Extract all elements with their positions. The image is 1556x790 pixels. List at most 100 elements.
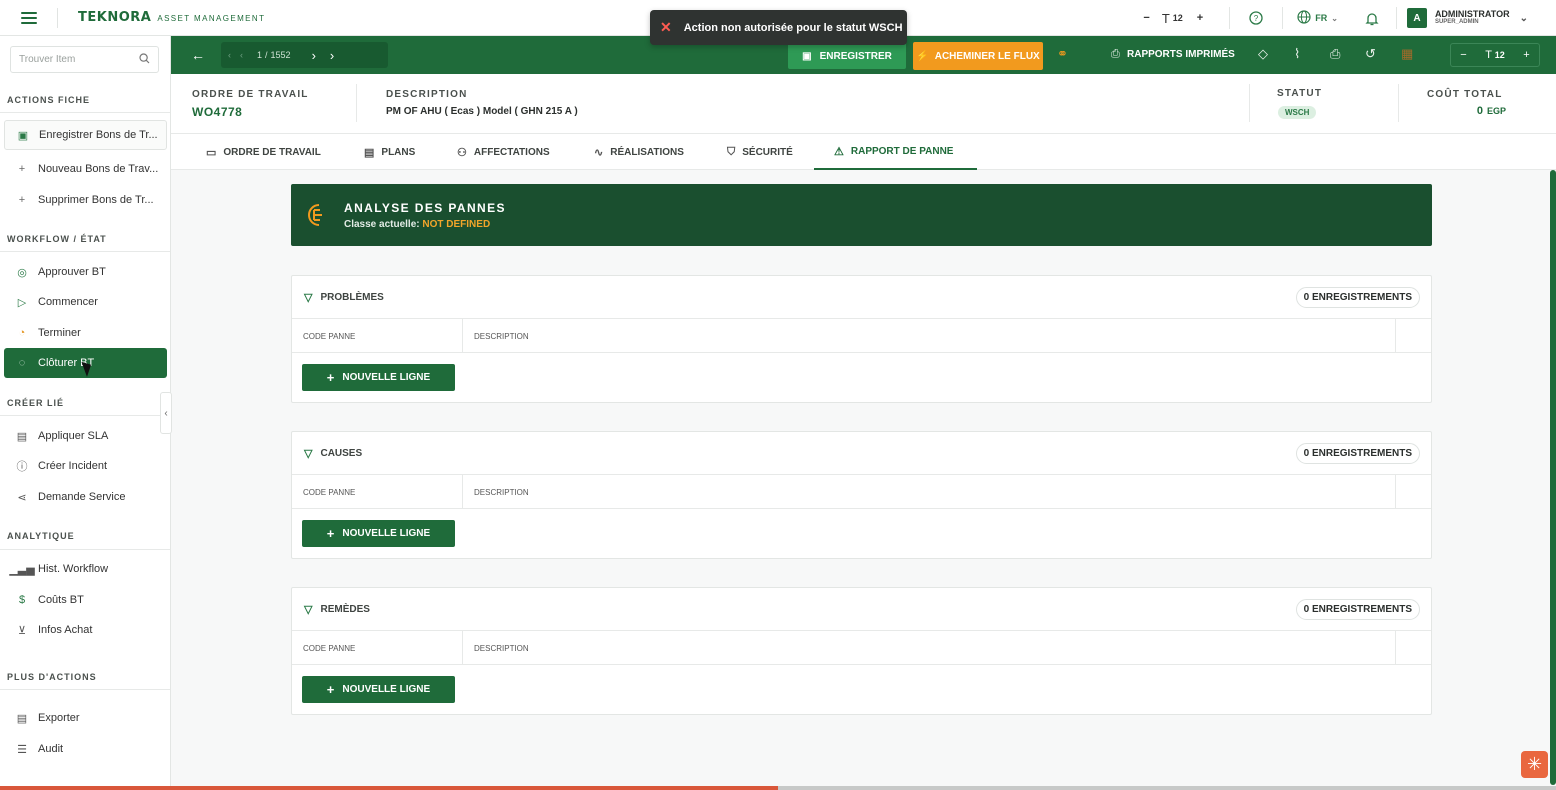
paperclip-icon[interactable]: ⌇ xyxy=(1294,46,1300,62)
sidebar-item-label: Demande Service xyxy=(38,491,126,503)
save-button[interactable]: ▣ ENREGISTRER xyxy=(788,43,906,69)
plus-icon: + xyxy=(18,194,26,206)
panel-title: ▽ PROBLÈMES xyxy=(304,291,384,304)
help-icon[interactable]: ? xyxy=(1244,6,1268,30)
failure-analysis-banner: ANALYSE DES PANNES Classe actuelle: NOT … xyxy=(291,184,1432,246)
brand-subtitle: ASSET MANAGEMENT xyxy=(157,14,266,23)
sidebar-item-label: Approuver BT xyxy=(38,266,106,278)
plus-icon: + xyxy=(18,163,26,175)
sidebar-collapse-button[interactable]: ‹ xyxy=(160,392,172,434)
print-icon[interactable]: ⎙ xyxy=(1330,46,1340,62)
font-decrease-button[interactable]: − xyxy=(1460,49,1466,61)
record-count-badge: 0 ENREGISTREMENTS xyxy=(1295,287,1420,308)
workflow-icon[interactable]: ⚭ xyxy=(1057,46,1068,62)
sidebar-item-approve[interactable]: ◎ Approuver BT xyxy=(4,257,167,287)
font-size-control: − T 12 + xyxy=(1450,43,1540,67)
plus-icon: + xyxy=(326,526,335,541)
section-title-analytics: ANALYTIQUE xyxy=(7,531,75,541)
menu-icon[interactable] xyxy=(21,11,37,24)
sidebar-item-label: Exporter xyxy=(38,712,80,724)
pager-total: 1552 xyxy=(270,50,291,60)
panel-title-text: PROBLÈMES xyxy=(320,292,384,303)
sidebar-item-purchase-info[interactable]: ⊻ Infos Achat xyxy=(4,615,167,645)
tag-icon[interactable]: ◇ xyxy=(1258,46,1268,62)
sidebar-item-label: Commencer xyxy=(38,296,98,308)
panel-title: ▽ CAUSES xyxy=(304,447,362,460)
divider xyxy=(1229,7,1231,29)
sidebar-item-delete-wo[interactable]: + Supprimer Bons de Tr... xyxy=(4,185,167,215)
add-line-button[interactable]: + NOUVELLE LIGNE xyxy=(302,520,455,547)
divider xyxy=(0,549,170,550)
last-page-icon[interactable]: › xyxy=(330,48,334,63)
save-button-label: ENREGISTRER xyxy=(819,50,892,62)
language-selector[interactable]: FR ⌄ xyxy=(1297,9,1338,27)
problems-panel: ▽ PROBLÈMES 0 ENREGISTREMENTS CODE PANNE … xyxy=(291,275,1432,403)
bell-icon[interactable] xyxy=(1360,6,1384,30)
search-input[interactable]: Trouver Item xyxy=(10,46,159,73)
tab-failure-report[interactable]: ⚠ RAPPORT DE PANNE xyxy=(814,134,977,170)
sidebar-item-apply-sla[interactable]: ▤ Appliquer SLA xyxy=(4,421,167,451)
svg-text:?: ? xyxy=(1254,14,1259,23)
font-size-display: T 12 xyxy=(1485,49,1505,61)
analysis-title: ANALYSE DES PANNES xyxy=(344,201,506,215)
add-line-label: NOUVELLE LIGNE xyxy=(342,684,431,695)
analysis-class: Classe actuelle: NOT DEFINED xyxy=(344,219,490,230)
sidebar-item-start[interactable]: ▷ Commencer xyxy=(4,287,167,317)
font-increase-button[interactable]: + xyxy=(1523,49,1529,61)
chevron-left-icon: ‹ xyxy=(164,407,168,419)
prev-page-icon[interactable]: ‹ xyxy=(240,50,243,60)
lock-icon: ◌ xyxy=(18,357,26,369)
tab-completions[interactable]: ∿ RÉALISATIONS xyxy=(594,134,684,170)
description-value: PM OF AHU ( Ecas ) Model ( GHN 215 A ) xyxy=(386,106,578,117)
font-decrease-button[interactable]: − xyxy=(1143,12,1149,24)
add-line-button[interactable]: + NOUVELLE LIGNE xyxy=(302,676,455,703)
user-menu[interactable]: A ADMINISTRATOR SUPER_ADMIN ⌄ xyxy=(1406,8,1528,28)
user-role: SUPER_ADMIN xyxy=(1434,19,1479,25)
record-count-badge: 0 ENREGISTREMENTS xyxy=(1295,443,1420,464)
next-page-icon[interactable]: › xyxy=(312,48,316,63)
sidebar-item-finish[interactable]: ◔ Terminer xyxy=(4,318,167,348)
table-header: CODE PANNE DESCRIPTION xyxy=(292,631,1431,665)
table-header: CODE PANNE DESCRIPTION xyxy=(292,319,1431,353)
column-code: CODE PANNE xyxy=(303,643,356,653)
filter-icon: ▽ xyxy=(304,604,313,616)
divider xyxy=(1395,631,1396,665)
assistant-icon[interactable]: ✳ xyxy=(1521,751,1548,778)
tab-assignments[interactable]: ⚇ AFFECTATIONS xyxy=(457,134,550,170)
sidebar-item-wo-costs[interactable]: $ Coûts BT xyxy=(4,585,167,615)
cart-icon: ⊻ xyxy=(17,624,27,637)
sidebar-item-audit[interactable]: ☰ Audit xyxy=(4,734,167,764)
play-icon: ▷ xyxy=(17,296,27,309)
globe-icon xyxy=(1297,9,1311,27)
alert-circle-icon: ⓘ xyxy=(16,461,28,473)
sidebar-item-label: Créer Incident xyxy=(38,460,108,472)
add-line-button[interactable]: + NOUVELLE LIGNE xyxy=(302,364,455,391)
sidebar-item-export[interactable]: ▤ Exporter xyxy=(4,703,167,733)
warning-icon: ⚠ xyxy=(834,145,844,158)
progress-track xyxy=(778,786,1556,790)
tab-plans[interactable]: ▤ PLANS xyxy=(364,134,415,170)
tab-work-order[interactable]: ▭ ORDRE DE TRAVAIL xyxy=(206,134,321,170)
sidebar-item-save-wo[interactable]: ▣ Enregistrer Bons de Tr... xyxy=(4,120,167,150)
history-icon[interactable]: ↺ xyxy=(1365,46,1376,62)
failure-analysis-icon xyxy=(305,202,329,234)
column-description: DESCRIPTION xyxy=(474,487,529,497)
printed-reports-button[interactable]: RAPPORTS IMPRIMÉS xyxy=(1127,49,1235,60)
divider xyxy=(1398,84,1399,122)
bin-icon[interactable]: ▦ xyxy=(1401,46,1413,62)
sidebar-item-service-request[interactable]: ⋖ Demande Service xyxy=(4,482,167,512)
tab-safety[interactable]: ⛉ SÉCURITÉ xyxy=(727,134,793,170)
sidebar-item-new-wo[interactable]: + Nouveau Bons de Trav... xyxy=(4,154,167,184)
close-icon[interactable]: ✕ xyxy=(660,19,672,36)
back-arrow-icon[interactable]: ← xyxy=(191,47,205,63)
font-increase-button[interactable]: + xyxy=(1197,12,1203,24)
clock-icon: ◔ xyxy=(18,327,26,339)
scrollbar[interactable] xyxy=(1550,170,1556,785)
first-page-icon[interactable]: ‹ xyxy=(228,50,231,60)
sidebar-item-label: Hist. Workflow xyxy=(38,563,109,575)
route-flow-button[interactable]: ⚡ ACHEMINER LE FLUX xyxy=(913,42,1043,70)
column-code: CODE PANNE xyxy=(303,331,356,341)
sidebar-item-create-incident[interactable]: ⓘ Créer Incident xyxy=(4,451,167,481)
total-cost-label: COÛT TOTAL xyxy=(1427,89,1503,100)
sidebar-item-workflow-hist[interactable]: ▁▃▅ Hist. Workflow xyxy=(4,554,167,584)
